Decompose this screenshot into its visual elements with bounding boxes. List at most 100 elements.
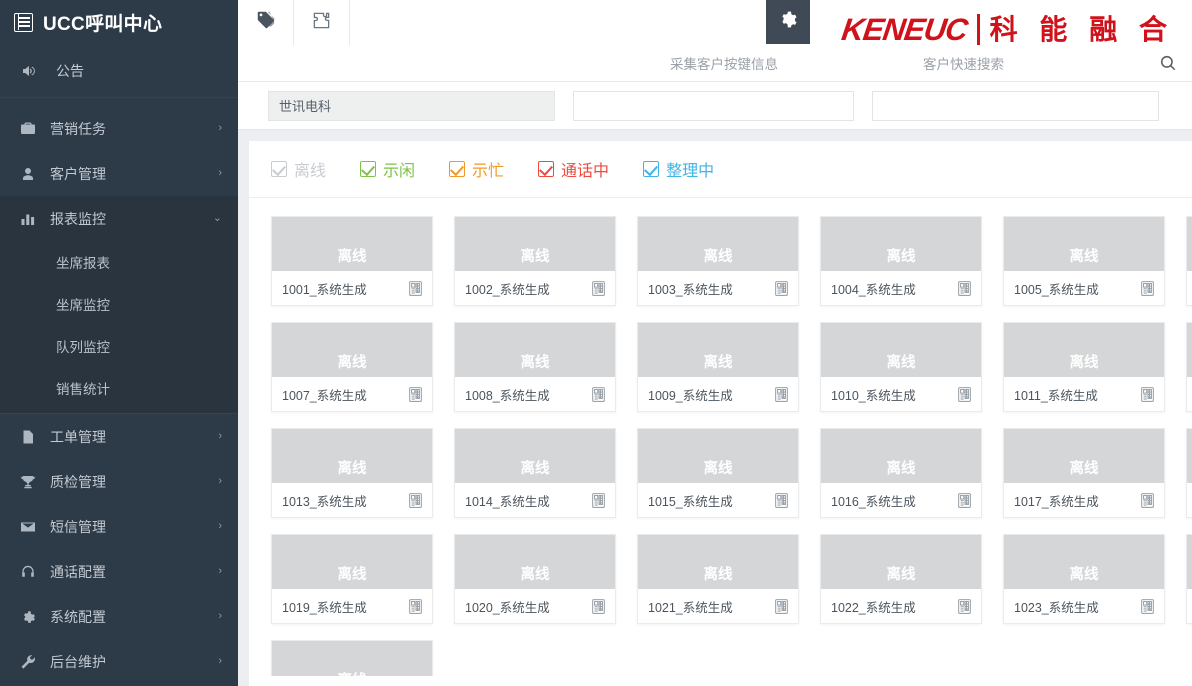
phone-icon[interactable]	[956, 280, 973, 297]
plugin-button[interactable]	[294, 0, 350, 45]
agent-card[interactable]: 离线 1009_系统生成	[637, 322, 799, 412]
phone-icon[interactable]	[590, 386, 607, 403]
agent-card-footer: 1003_系统生成	[638, 271, 798, 305]
phone-icon[interactable]	[773, 386, 790, 403]
agent-card[interactable]: 离线 1010_系统生成	[820, 322, 982, 412]
sidebar-item-system-config[interactable]: 系统配置 ›	[0, 594, 238, 639]
phone-icon[interactable]	[1139, 280, 1156, 297]
phone-icon[interactable]	[773, 598, 790, 615]
phone-icon[interactable]	[773, 280, 790, 297]
phone-icon[interactable]	[590, 280, 607, 297]
sidebar-subitem-agent-monitor[interactable]: 坐席监控	[0, 283, 238, 325]
chevron-right-icon: ›	[218, 565, 222, 577]
agent-card[interactable]: 离线1018_系统生成	[1186, 428, 1192, 518]
agent-status: 离线	[638, 323, 798, 377]
agent-status: 离线	[821, 535, 981, 589]
menu-collapse-icon[interactable]	[14, 12, 33, 32]
agent-card[interactable]: 离线 1021_系统生成	[637, 534, 799, 624]
sidebar-item-sms-management[interactable]: 短信管理 ›	[0, 504, 238, 549]
agent-card[interactable]: 离线 1014_系统生成	[454, 428, 616, 518]
filter-talking[interactable]: 通话中	[538, 157, 609, 181]
filter-idle[interactable]: 示闲	[360, 157, 415, 181]
phone-icon[interactable]	[407, 386, 424, 403]
chevron-right-icon: ›	[218, 430, 222, 442]
agent-card-footer: 1019_系统生成	[272, 589, 432, 623]
sidebar-item-ticket-management[interactable]: 工单管理 ›	[0, 414, 238, 459]
search-icon[interactable]	[1159, 54, 1177, 77]
chevron-right-icon: ›	[218, 610, 222, 622]
agent-status: 离线	[272, 429, 432, 483]
sidebar-item-report-monitor[interactable]: 报表监控 ⌄	[0, 196, 238, 241]
sidebar-item-marketing-tasks[interactable]: 营销任务 ›	[0, 106, 238, 151]
agent-card[interactable]: 离线 1002_系统生成	[454, 216, 616, 306]
phone-icon[interactable]	[1139, 386, 1156, 403]
agent-status: 离线	[455, 535, 615, 589]
sidebar-subitem-agent-report[interactable]: 坐席报表	[0, 241, 238, 283]
agent-card[interactable]: 离线 1004_系统生成	[820, 216, 982, 306]
quick-search-input[interactable]	[872, 90, 1159, 121]
user-icon	[20, 166, 42, 182]
sidebar-item-backend-maintenance[interactable]: 后台维护 ›	[0, 639, 238, 684]
agent-name: 1022_系统生成	[831, 600, 916, 615]
phone-icon[interactable]	[1139, 598, 1156, 615]
agent-card[interactable]: 离线1006_系统生成	[1186, 216, 1192, 306]
chevron-down-icon: ⌄	[212, 212, 222, 224]
agent-card[interactable]: 离线 1011_系统生成	[1003, 322, 1165, 412]
sidebar-item-notice[interactable]: 公告	[0, 44, 238, 98]
sidebar-item-customer-management[interactable]: 客户管理 ›	[0, 151, 238, 196]
agent-card[interactable]: 离线 1019_系统生成	[271, 534, 433, 624]
filter-label: 通话中	[561, 163, 610, 180]
sidebar-item-label: 质检管理	[50, 473, 106, 490]
phone-icon[interactable]	[773, 492, 790, 509]
sidebar-subitem-queue-monitor[interactable]: 队列监控	[0, 325, 238, 367]
phone-icon[interactable]	[956, 492, 973, 509]
agent-card-footer: 1014_系统生成	[455, 483, 615, 517]
agent-card[interactable]: 离线1025_系统生成	[271, 640, 433, 676]
phone-icon[interactable]	[590, 492, 607, 509]
agent-name: 1014_系统生成	[465, 494, 550, 509]
agent-card[interactable]: 离线1012_系统生成	[1186, 322, 1192, 412]
filter-offline[interactable]: 离线	[271, 157, 326, 181]
agent-card[interactable]: 离线 1001_系统生成	[271, 216, 433, 306]
phone-icon[interactable]	[590, 598, 607, 615]
phone-icon[interactable]	[1139, 492, 1156, 509]
agent-card-footer: 1012_系统生成	[1187, 377, 1192, 411]
agent-card[interactable]: 离线 1007_系统生成	[271, 322, 433, 412]
sidebar-brand[interactable]: UCC呼叫中心	[0, 0, 238, 44]
search-input-row: 世讯电科	[238, 82, 1192, 130]
sidebar-item-label: 营销任务	[50, 120, 106, 137]
tag-button[interactable]	[238, 0, 294, 45]
phone-icon[interactable]	[407, 492, 424, 509]
settings-button[interactable]	[766, 0, 810, 44]
phone-icon[interactable]	[956, 386, 973, 403]
agent-card[interactable]: 离线 1017_系统生成	[1003, 428, 1165, 518]
sidebar-item-quality-management[interactable]: 质检管理 ›	[0, 459, 238, 504]
agent-card[interactable]: 离线 1022_系统生成	[820, 534, 982, 624]
agent-card[interactable]: 离线 1013_系统生成	[271, 428, 433, 518]
sidebar-item-label: 报表监控	[50, 210, 106, 227]
agent-card[interactable]: 离线 1008_系统生成	[454, 322, 616, 412]
document-icon	[20, 429, 42, 445]
phone-icon[interactable]	[407, 598, 424, 615]
filter-busy[interactable]: 示忙	[449, 157, 504, 181]
status-filter-bar: 离线 示闲 示忙 通话中 整理中	[249, 141, 1192, 198]
bar-chart-icon	[20, 211, 42, 227]
filter-wrapup[interactable]: 整理中	[643, 157, 714, 181]
company-input[interactable]: 世讯电科	[268, 90, 555, 121]
sidebar-submenu-report-monitor: 坐席报表 坐席监控 队列监控 销售统计	[0, 241, 238, 413]
filter-label: 示忙	[472, 163, 505, 180]
phone-icon[interactable]	[407, 280, 424, 297]
agent-name: 1016_系统生成	[831, 494, 916, 509]
sidebar-item-call-config[interactable]: 通话配置 ›	[0, 549, 238, 594]
phone-icon[interactable]	[956, 598, 973, 615]
agent-card[interactable]: 离线 1005_系统生成	[1003, 216, 1165, 306]
agent-card[interactable]: 离线 1016_系统生成	[820, 428, 982, 518]
logo-brand-cn: 科 能 融 合	[989, 13, 1174, 45]
agent-card[interactable]: 离线 1023_系统生成	[1003, 534, 1165, 624]
agent-card[interactable]: 离线 1003_系统生成	[637, 216, 799, 306]
agent-card[interactable]: 离线 1020_系统生成	[454, 534, 616, 624]
agent-card[interactable]: 离线1024_系统生成	[1186, 534, 1192, 624]
sidebar-subitem-sales-stats[interactable]: 销售统计	[0, 367, 238, 409]
collect-keys-input[interactable]	[573, 90, 854, 121]
agent-card[interactable]: 离线 1015_系统生成	[637, 428, 799, 518]
